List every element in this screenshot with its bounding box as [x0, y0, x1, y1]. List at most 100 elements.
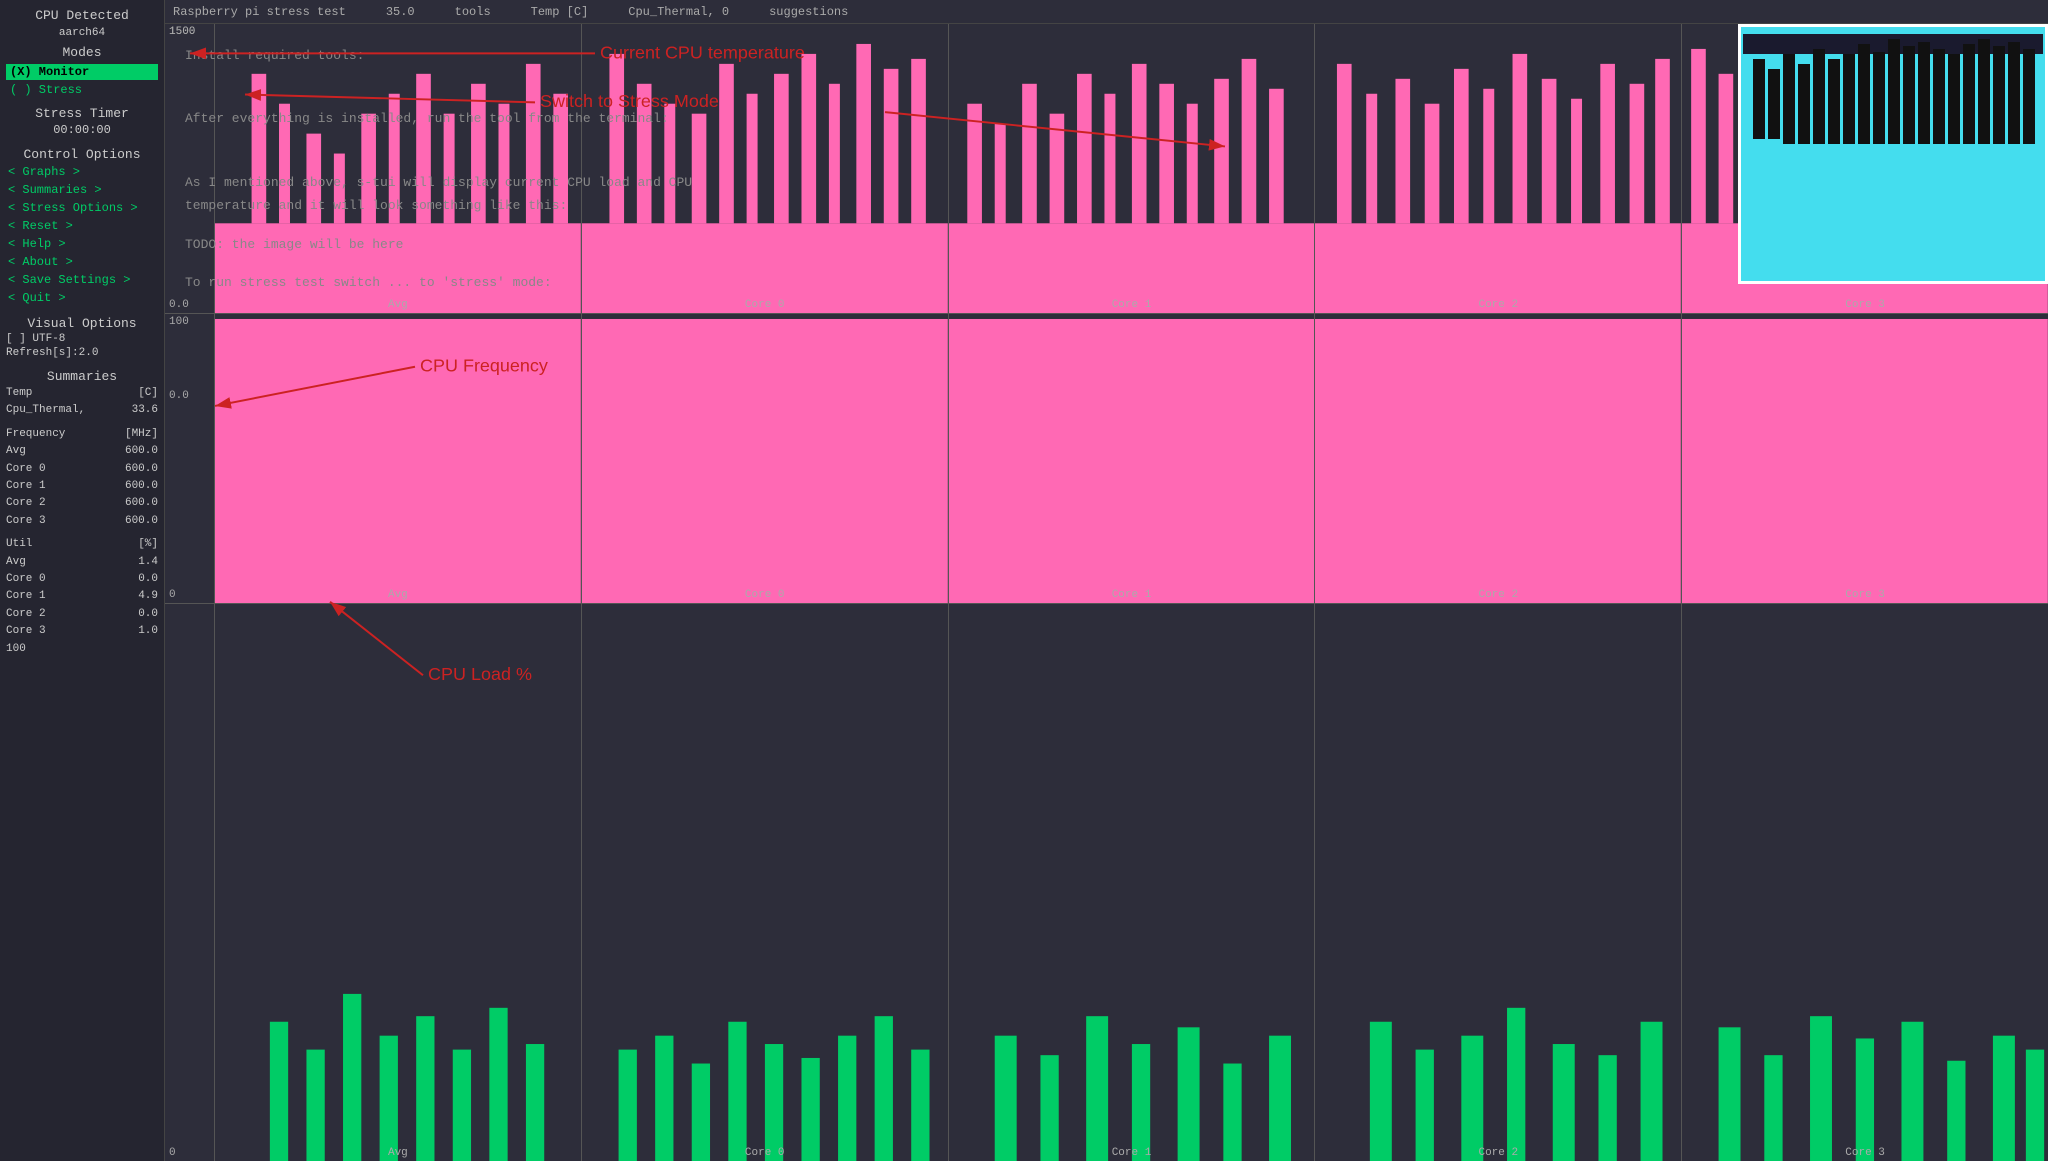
freq-core2-label: Core 2	[6, 496, 46, 511]
util-y-axis: 100 0	[165, 314, 215, 603]
util-core0-panel: Core 0	[582, 314, 949, 603]
topbar-temp-label: Temp [C]	[531, 5, 589, 19]
monitor-mode[interactable]: (X) Monitor	[6, 64, 158, 80]
stress-mode[interactable]: ( ) Stress	[6, 82, 158, 98]
refresh-option: Refresh[s]:2.0	[6, 347, 158, 359]
util-core1-row: Core 1 4.9	[6, 589, 158, 604]
freq-unit: [MHz]	[125, 427, 158, 442]
util-core2-label: Core 2	[6, 607, 46, 622]
control-options-label: Control Options	[6, 147, 158, 162]
summaries-control[interactable]: < Summaries >	[6, 182, 158, 198]
load-core0-panel: Core 0	[582, 604, 949, 1161]
reset-control[interactable]: < Reset >	[6, 218, 158, 234]
graphs-control[interactable]: < Graphs >	[6, 164, 158, 180]
util-core2-value: 0.0	[138, 607, 158, 622]
util-y-top: 100	[169, 316, 210, 328]
modes-label: Modes	[6, 45, 158, 60]
freq-core3-label: Core 3	[6, 514, 46, 529]
util-core0-value: 0.0	[138, 572, 158, 587]
freq-y-axis: 1500 0.0	[165, 24, 215, 313]
freq-avg-row: Avg 600.0	[6, 444, 158, 459]
load-core0-label-panel: Core 0	[582, 1147, 948, 1159]
cpu-detected-label: CPU Detected	[6, 8, 158, 23]
load-core1-panel: Core 1	[949, 604, 1316, 1161]
load-y-bottom: 0	[169, 1147, 210, 1159]
temp-header-row: Temp [C]	[6, 386, 158, 401]
util-core0-row: Core 0 0.0	[6, 572, 158, 587]
visual-options-label: Visual Options	[6, 316, 158, 331]
freq-core0-label: Core 0	[6, 462, 46, 477]
load-core2-label-panel: Core 2	[1315, 1147, 1681, 1159]
util-core0-label: Core 0	[6, 572, 46, 587]
temp-unit: [C]	[138, 386, 158, 401]
freq-y-bottom: 0.0	[169, 299, 210, 311]
freq-core1-row: Core 1 600.0	[6, 479, 158, 494]
freq-header-row: Frequency [MHz]	[6, 427, 158, 442]
freq-core0-value: 600.0	[125, 462, 158, 477]
stress-options-control[interactable]: < Stress Options >	[6, 200, 158, 216]
topbar-title: Raspberry pi stress test	[173, 5, 346, 19]
main-content: Raspberry pi stress test 35.0 tools Temp…	[165, 0, 2048, 1161]
temp-label: Temp	[6, 386, 32, 401]
util-avg-label-panel: Avg	[215, 589, 581, 601]
cpu-thermal-row: Cpu_Thermal, 33.6	[6, 403, 158, 418]
util-core1-label-panel: Core 1	[949, 589, 1315, 601]
util-core2-panel: Core 2	[1315, 314, 1682, 603]
util-core3-panel: Core 3	[1682, 314, 2048, 603]
cpu-thermal-label: Cpu_Thermal,	[6, 403, 85, 418]
load-avg-label-panel: Avg	[215, 1147, 581, 1159]
util-core3-row: Core 3 1.0	[6, 624, 158, 639]
util-core2-row: Core 2 0.0	[6, 607, 158, 622]
freq-core0-panel: Core 0	[582, 24, 949, 313]
stress-timer-value: 00:00:00	[6, 123, 158, 137]
load-graph-section: 0 Avg	[165, 604, 2048, 1161]
topbar-temp-val: 35.0	[386, 5, 415, 19]
load-y-axis: 0	[165, 604, 215, 1161]
util-unit: [%]	[138, 537, 158, 552]
util-y-bottom: 0	[169, 589, 210, 601]
util-graph-section: 100 0 Avg Core 0	[165, 314, 2048, 604]
cpu-arch: aarch64	[6, 27, 158, 39]
freq-core3-label-panel: Core 3	[1682, 299, 2048, 311]
util-core1-value: 4.9	[138, 589, 158, 604]
freq-core1-panel: Core 1	[949, 24, 1316, 313]
load-core3-panel: Core 3	[1682, 604, 2048, 1161]
freq-core1-label: Core 1	[6, 479, 46, 494]
util-core2-label-panel: Core 2	[1315, 589, 1681, 601]
freq-core1-label-panel: Core 1	[949, 299, 1315, 311]
freq-core2-label-panel: Core 2	[1315, 299, 1681, 311]
util-avg-value: 1.4	[138, 555, 158, 570]
topbar-temp-sensor: Cpu_Thermal, 0	[628, 5, 729, 19]
save-settings-control[interactable]: < Save Settings >	[6, 272, 158, 288]
freq-core0-row: Core 0 600.0	[6, 462, 158, 477]
freq-label: Frequency	[6, 427, 65, 442]
load-panels: Avg Core 0	[215, 604, 2048, 1161]
freq-avg-label: Avg	[215, 299, 581, 311]
util-core0-label-panel: Core 0	[582, 589, 948, 601]
freq-core3-value: 600.0	[125, 514, 158, 529]
about-control[interactable]: < About >	[6, 254, 158, 270]
topbar: Raspberry pi stress test 35.0 tools Temp…	[165, 0, 2048, 24]
topbar-suggestions: suggestions	[769, 5, 848, 19]
freq-core2-panel: Core 2	[1315, 24, 1682, 313]
freq-core3-row: Core 3 600.0	[6, 514, 158, 529]
freq-avg-label: Avg	[6, 444, 26, 459]
freq-core1-value: 600.0	[125, 479, 158, 494]
freq-avg-value: 600.0	[125, 444, 158, 459]
util-core1-label: Core 1	[6, 589, 46, 604]
stress-timer-label: Stress Timer	[6, 106, 158, 121]
help-control[interactable]: < Help >	[6, 236, 158, 252]
util-avg-label: Avg	[6, 555, 26, 570]
util-core3-label-panel: Core 3	[1682, 589, 2048, 601]
util-header-row: Util [%]	[6, 537, 158, 552]
util-label: Util	[6, 537, 32, 552]
topbar-tools: tools	[455, 5, 491, 19]
summaries-label: Summaries	[6, 369, 158, 384]
load-core3-label-panel: Core 3	[1682, 1147, 2048, 1159]
freq-y-top: 1500	[169, 26, 210, 38]
quit-control[interactable]: < Quit >	[6, 290, 158, 306]
sidebar: CPU Detected aarch64 Modes (X) Monitor (…	[0, 0, 165, 1161]
util-avg-row: Avg 1.4	[6, 555, 158, 570]
utf8-option[interactable]: [ ] UTF-8	[6, 333, 158, 345]
preview-box	[1738, 24, 2048, 284]
